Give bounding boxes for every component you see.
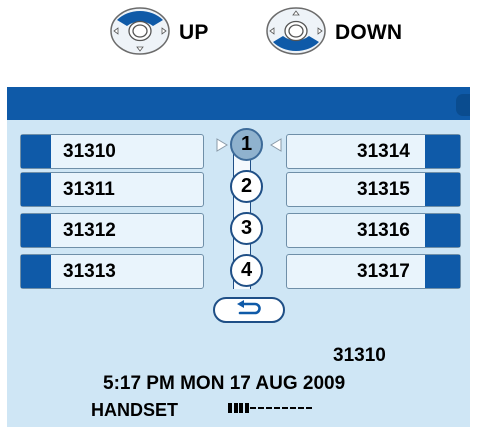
nav-ring-down-icon (265, 6, 327, 61)
line-key-indicator (425, 214, 460, 247)
own-extension: 31310 (333, 345, 386, 366)
level-segment-empty (306, 407, 312, 409)
back-button[interactable] (213, 297, 285, 323)
line-key-number: 31314 (357, 140, 410, 162)
selection-arrow-right-icon (216, 138, 228, 157)
line-key-indicator (21, 255, 51, 288)
line-key-indicator (21, 214, 51, 247)
page-index-1[interactable]: 1 (230, 128, 263, 161)
level-segment-empty (298, 407, 304, 409)
level-segment-empty (290, 407, 296, 409)
line-key-number: 31313 (63, 260, 116, 282)
line-key-right-3[interactable]: 31316 (286, 213, 461, 248)
page-index-3[interactable]: 3 (230, 212, 263, 245)
selection-arrow-left-icon (270, 138, 282, 157)
legend-down: DOWN (265, 6, 403, 61)
return-arrow-icon (234, 299, 264, 321)
nav-ring-up-icon (109, 6, 171, 61)
line-key-indicator (425, 255, 460, 288)
legend-down-label: DOWN (335, 21, 403, 44)
line-key-number: 31312 (63, 219, 116, 241)
line-key-right-4[interactable]: 31317 (286, 254, 461, 289)
level-segment-empty (282, 407, 288, 409)
page-index-label: 1 (240, 133, 253, 155)
level-segment-empty (266, 407, 272, 409)
page-index-4[interactable]: 4 (230, 254, 263, 287)
level-segment-filled (239, 403, 243, 413)
line-key-left-1[interactable]: 31310 (20, 134, 204, 169)
date-time: 5:17 PM MON 17 AUG 2009 (103, 373, 346, 394)
level-segment-empty (274, 407, 280, 409)
header-scroll-tab (456, 94, 470, 116)
line-key-number: 31311 (63, 178, 115, 200)
line-key-left-2[interactable]: 31311 (20, 172, 204, 207)
line-key-number: 31310 (63, 140, 116, 162)
line-key-number: 31316 (357, 219, 410, 241)
line-key-number: 31315 (357, 178, 410, 200)
level-segment-empty (250, 407, 256, 409)
line-key-indicator (425, 173, 460, 206)
legend-up-label: UP (179, 21, 209, 44)
page-index-label: 4 (240, 259, 253, 281)
level-segment-filled (228, 403, 232, 413)
line-key-right-2[interactable]: 31315 (286, 172, 461, 207)
page-index-label: 3 (240, 217, 253, 239)
line-key-indicator (425, 135, 460, 168)
display-header-bar (7, 87, 470, 120)
legend-up: UP (109, 6, 209, 61)
level-segment-empty (258, 407, 264, 409)
audio-mode: HANDSET (91, 400, 179, 420)
page-index-label: 2 (240, 175, 253, 197)
line-key-right-1[interactable]: 31314 (286, 134, 461, 169)
level-segment-filled (244, 403, 249, 413)
line-key-left-4[interactable]: 31313 (20, 254, 204, 289)
line-key-indicator (21, 135, 51, 168)
line-key-left-3[interactable]: 31312 (20, 213, 204, 248)
page-index-2[interactable]: 2 (230, 170, 263, 203)
line-key-indicator (21, 173, 51, 206)
level-segment-filled (233, 403, 238, 413)
line-key-number: 31317 (357, 260, 410, 282)
volume-level-meter (228, 403, 314, 413)
